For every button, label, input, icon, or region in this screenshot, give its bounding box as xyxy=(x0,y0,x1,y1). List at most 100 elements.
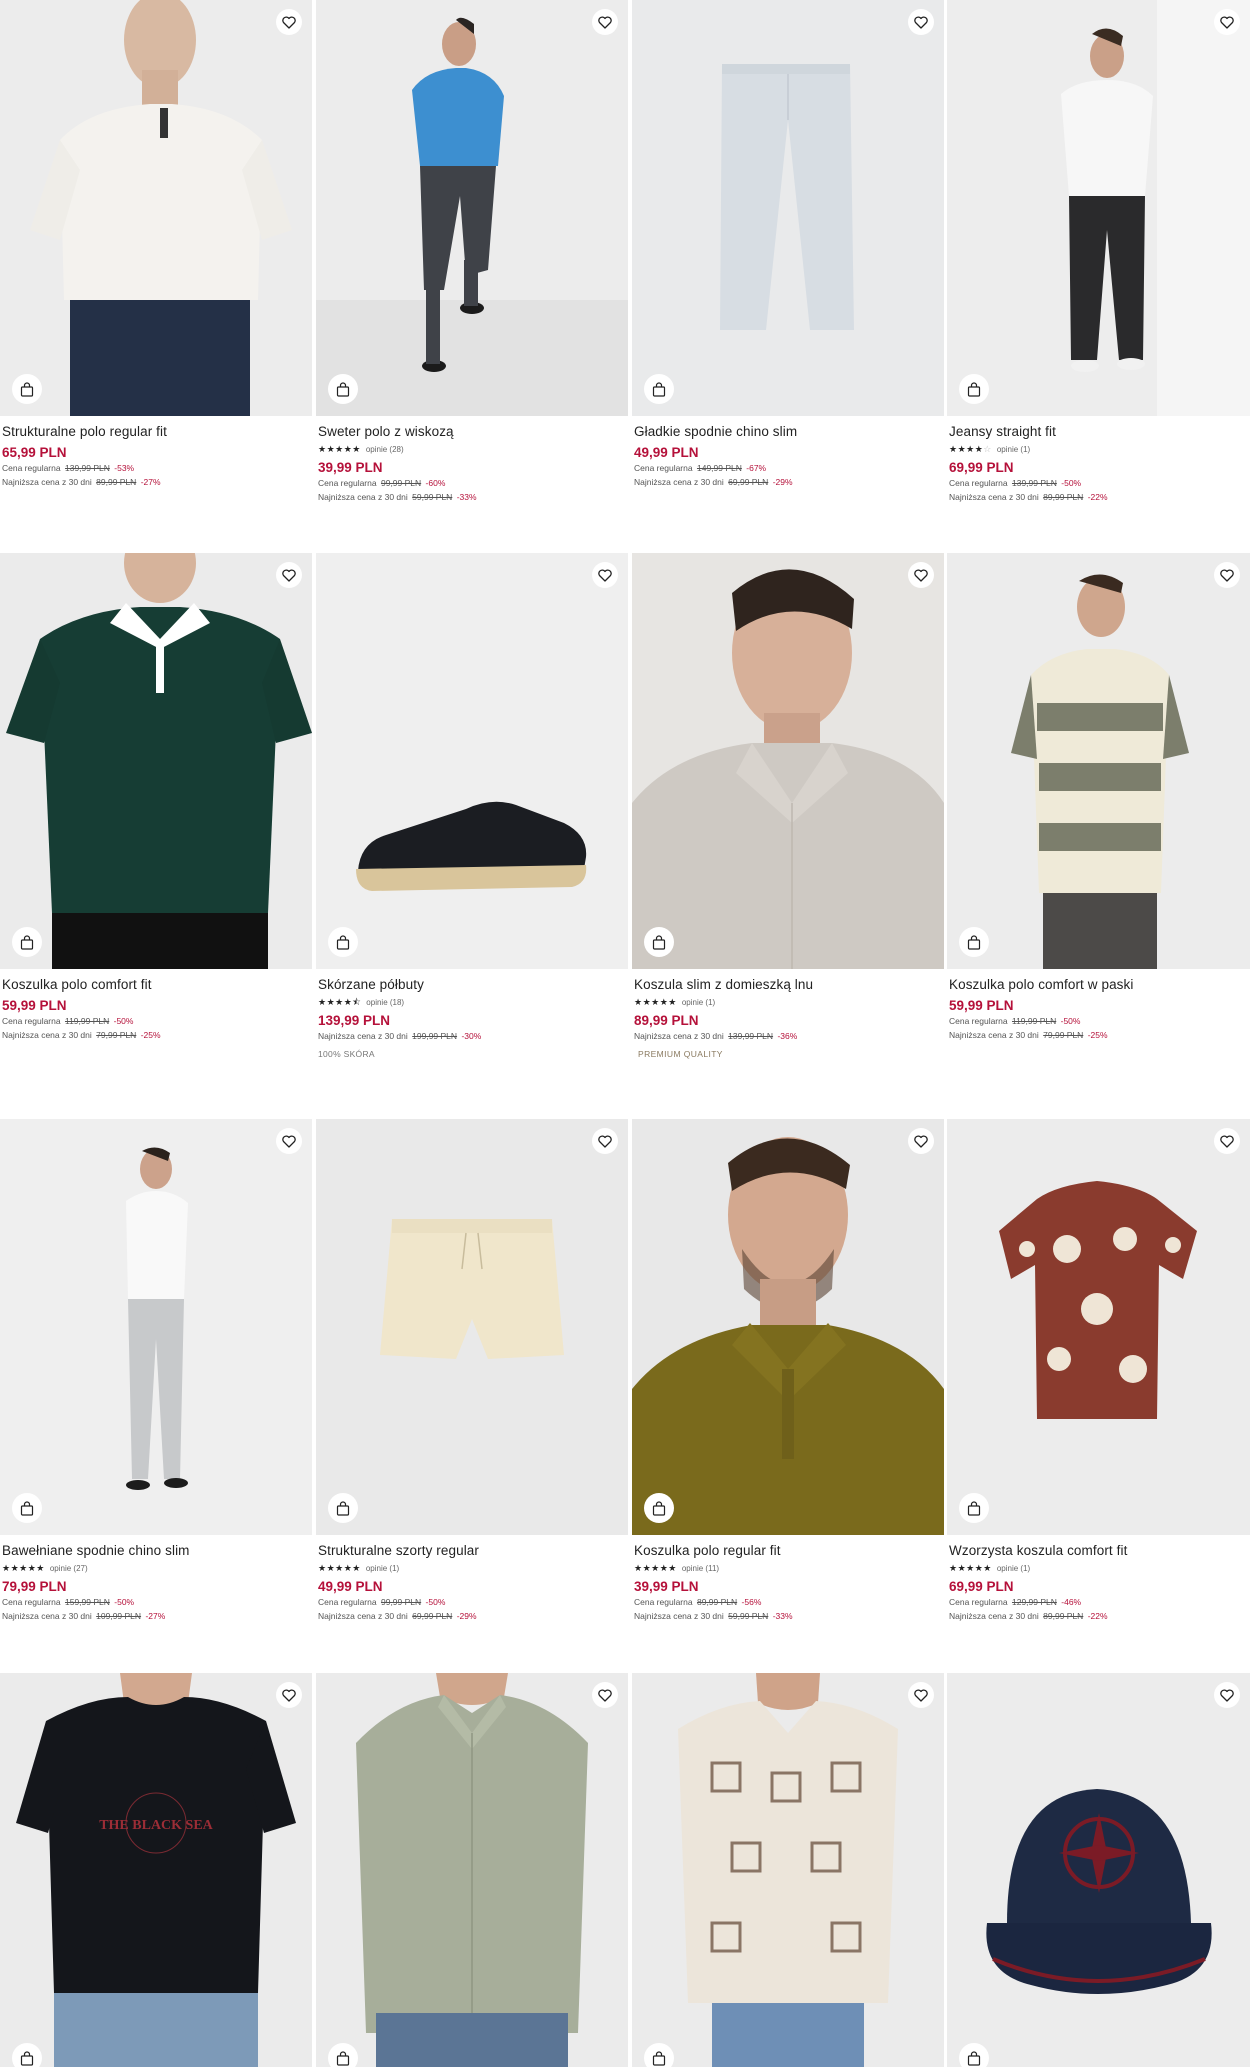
regular-price-label: Cena regularna xyxy=(634,463,693,473)
product-card[interactable]: Koszulka polo comfort fit 59,99 PLN Cena… xyxy=(0,553,312,1042)
add-to-cart-button[interactable] xyxy=(644,927,674,957)
add-to-cart-button[interactable] xyxy=(959,374,989,404)
product-image[interactable] xyxy=(632,1673,944,2067)
product-image[interactable] xyxy=(316,1119,628,1535)
add-to-cart-button[interactable] xyxy=(328,927,358,957)
regular-price-label: Cena regularna xyxy=(2,1597,61,1607)
add-to-cart-button[interactable] xyxy=(12,374,42,404)
product-image[interactable] xyxy=(316,553,628,969)
product-image[interactable] xyxy=(947,0,1250,416)
add-to-cart-button[interactable] xyxy=(959,2043,989,2067)
product-card[interactable]: Jeansy straight fit ★★★★☆ opinie (1) 69,9… xyxy=(947,0,1250,504)
regular-price-line: Cena regularna 119,99 PLN -50% xyxy=(949,1015,1248,1028)
favorite-button[interactable] xyxy=(1214,9,1240,35)
product-card[interactable]: Wzorzysta koszula comfort fit ★★★★★ opini… xyxy=(947,1119,1250,1623)
product-card[interactable] xyxy=(632,1673,944,2067)
add-to-cart-button[interactable] xyxy=(959,927,989,957)
product-name[interactable]: Koszulka polo comfort fit xyxy=(2,976,310,993)
favorite-button[interactable] xyxy=(592,562,618,588)
add-to-cart-button[interactable] xyxy=(328,374,358,404)
product-image[interactable] xyxy=(632,553,944,969)
product-image[interactable] xyxy=(632,0,944,416)
favorite-button[interactable] xyxy=(908,562,934,588)
product-card[interactable]: Koszulka polo comfort w paski 59,99 PLN … xyxy=(947,553,1250,1042)
product-card[interactable] xyxy=(316,1673,628,2067)
add-to-cart-button[interactable] xyxy=(328,2043,358,2067)
product-name[interactable]: Gładkie spodnie chino slim xyxy=(634,423,942,440)
favorite-button[interactable] xyxy=(276,562,302,588)
lowest-price-label: Najniższa cena z 30 dni xyxy=(2,1611,92,1621)
favorite-button[interactable] xyxy=(1214,562,1240,588)
product-info: Koszulka polo comfort fit 59,99 PLN Cena… xyxy=(0,969,312,1042)
product-name[interactable]: Strukturalne polo regular fit xyxy=(2,423,310,440)
product-image[interactable]: THE BLACK SEA xyxy=(0,1673,312,2067)
product-image[interactable] xyxy=(0,553,312,969)
favorite-button[interactable] xyxy=(592,1128,618,1154)
add-to-cart-button[interactable] xyxy=(644,374,674,404)
product-rating[interactable]: ★★★★★ opinie (28) xyxy=(318,443,626,455)
product-image[interactable] xyxy=(947,1673,1250,2067)
product-card[interactable]: Strukturalne polo regular fit 65,99 PLN … xyxy=(0,0,312,489)
add-to-cart-button[interactable] xyxy=(644,2043,674,2067)
shopping-bag-icon xyxy=(20,934,34,950)
product-image[interactable] xyxy=(947,1119,1250,1535)
favorite-button[interactable] xyxy=(1214,1128,1240,1154)
product-name[interactable]: Sweter polo z wiskozą xyxy=(318,423,626,440)
product-rating[interactable]: ★★★★★ opinie (1) xyxy=(634,996,942,1008)
product-card[interactable]: Skórzane półbuty ★★★★⯪ opinie (18) 139,99… xyxy=(316,553,628,1059)
lowest-discount: -27% xyxy=(140,477,161,487)
shopping-bag-icon xyxy=(652,2050,666,2066)
heart-icon xyxy=(598,1688,612,1702)
favorite-button[interactable] xyxy=(276,1128,302,1154)
product-photo-patterned-short-sleeve-shirt xyxy=(632,1673,944,2067)
product-image[interactable] xyxy=(316,0,628,416)
product-card[interactable]: Sweter polo z wiskozą ★★★★★ opinie (28) 3… xyxy=(316,0,628,504)
product-price: 69,99 PLN xyxy=(949,460,1014,475)
add-to-cart-button[interactable] xyxy=(644,1493,674,1523)
product-name[interactable]: Koszulka polo regular fit xyxy=(634,1542,942,1559)
product-card[interactable]: THE BLACK SEA xyxy=(0,1673,312,2067)
product-name[interactable]: Jeansy straight fit xyxy=(949,423,1248,440)
product-card[interactable]: Bawełniane spodnie chino slim ★★★★★ opini… xyxy=(0,1119,312,1623)
product-name[interactable]: Wzorzysta koszula comfort fit xyxy=(949,1542,1248,1559)
product-name[interactable]: Koszulka polo comfort w paski xyxy=(949,976,1248,993)
product-card[interactable]: Koszula slim z domieszką lnu ★★★★★ opinie… xyxy=(632,553,944,1059)
favorite-button[interactable] xyxy=(1214,1682,1240,1708)
add-to-cart-button[interactable] xyxy=(328,1493,358,1523)
favorite-button[interactable] xyxy=(908,9,934,35)
add-to-cart-button[interactable] xyxy=(959,1493,989,1523)
favorite-button[interactable] xyxy=(592,9,618,35)
product-rating[interactable]: ★★★★☆ opinie (1) xyxy=(949,443,1248,455)
favorite-button[interactable] xyxy=(276,1682,302,1708)
product-image[interactable] xyxy=(316,1673,628,2067)
product-rating[interactable]: ★★★★★ opinie (1) xyxy=(949,1562,1248,1574)
add-to-cart-button[interactable] xyxy=(12,927,42,957)
product-name[interactable]: Strukturalne szorty regular xyxy=(318,1542,626,1559)
lowest-price: 109,99 PLN xyxy=(96,1611,142,1621)
product-name[interactable]: Bawełniane spodnie chino slim xyxy=(2,1542,310,1559)
product-image[interactable] xyxy=(0,0,312,416)
regular-price-label: Cena regularna xyxy=(634,1597,693,1607)
product-rating[interactable]: ★★★★⯪ opinie (18) xyxy=(318,996,626,1008)
product-image[interactable] xyxy=(0,1119,312,1535)
product-card[interactable]: Koszulka polo regular fit ★★★★★ opinie (1… xyxy=(632,1119,944,1623)
heart-icon xyxy=(282,1134,296,1148)
regular-discount: -50% xyxy=(113,1016,134,1026)
favorite-button[interactable] xyxy=(276,9,302,35)
product-name[interactable]: Koszula slim z domieszką lnu xyxy=(634,976,942,993)
product-name[interactable]: Skórzane półbuty xyxy=(318,976,626,993)
favorite-button[interactable] xyxy=(908,1128,934,1154)
product-rating[interactable]: ★★★★★ opinie (1) xyxy=(318,1562,626,1574)
favorite-button[interactable] xyxy=(592,1682,618,1708)
product-image[interactable] xyxy=(632,1119,944,1535)
add-to-cart-button[interactable] xyxy=(12,2043,42,2067)
product-rating[interactable]: ★★★★★ opinie (27) xyxy=(2,1562,310,1574)
add-to-cart-button[interactable] xyxy=(12,1493,42,1523)
product-card[interactable]: Gładkie spodnie chino slim 49,99 PLN Cen… xyxy=(632,0,944,489)
shopping-bag-icon xyxy=(652,934,666,950)
product-card[interactable] xyxy=(947,1673,1250,2067)
product-card[interactable]: Strukturalne szorty regular ★★★★★ opinie … xyxy=(316,1119,628,1623)
favorite-button[interactable] xyxy=(908,1682,934,1708)
product-image[interactable] xyxy=(947,553,1250,969)
product-rating[interactable]: ★★★★★ opinie (11) xyxy=(634,1562,942,1574)
